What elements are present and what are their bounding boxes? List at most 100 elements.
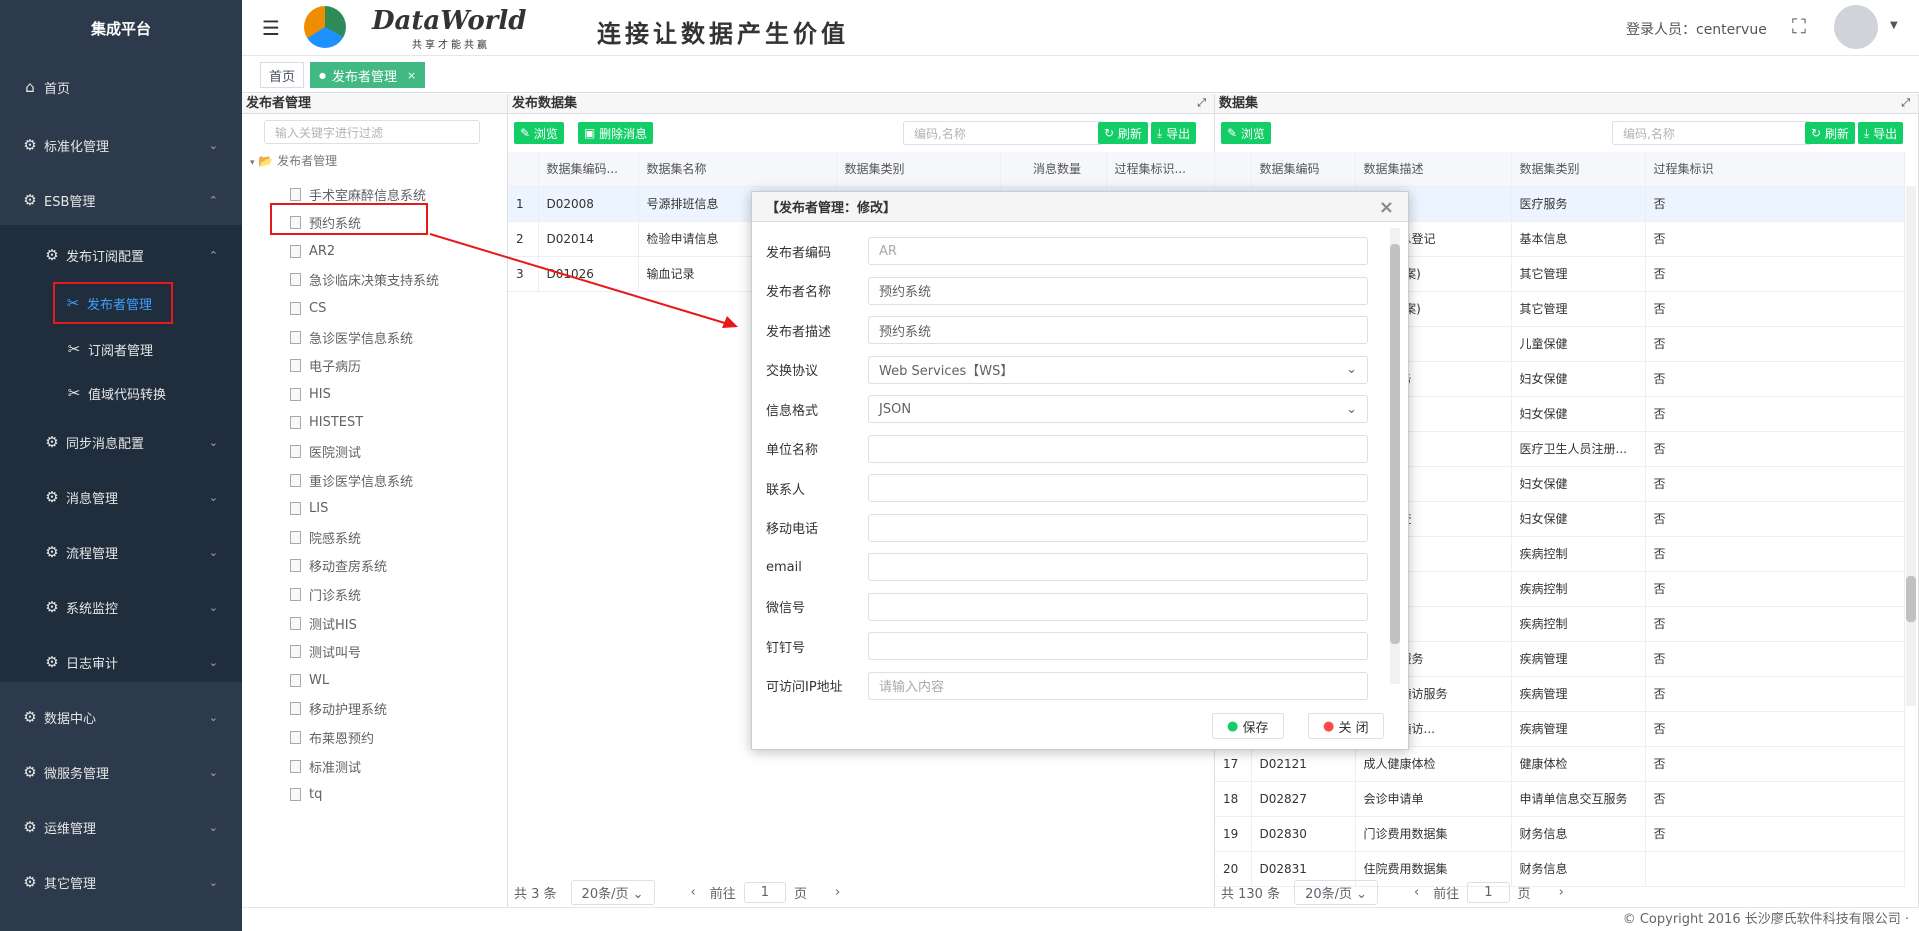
tree-node[interactable]: LIS (290, 498, 328, 520)
tree-node[interactable]: 测试叫号 (290, 641, 361, 663)
tree-node[interactable]: 重诊医学信息系统 (290, 469, 413, 491)
sidebar-item-datacenter[interactable]: ⚙ 数据中心 ⌄ (0, 697, 242, 737)
form-input[interactable] (868, 592, 1368, 621)
hamburger-icon[interactable]: ☰ (262, 16, 280, 40)
form-input[interactable] (868, 553, 1368, 581)
dataset-search-input[interactable]: 编码,名称 (1612, 121, 1812, 145)
table-row[interactable]: 18 D02827 会诊申请单 申请单信息交互服务否 (1215, 781, 1905, 817)
form-select[interactable]: JSON ⌄ (868, 395, 1368, 423)
dataset-title: 数据集 (1215, 94, 1918, 114)
page-size-select[interactable]: 20条/页 ⌄ (1294, 879, 1379, 905)
tree-node[interactable]: 手术室麻醉信息系统 (290, 183, 426, 205)
expand-icon[interactable]: ⤢ (1197, 96, 1206, 110)
refresh-button[interactable]: ↻ 刷新 (1098, 122, 1148, 144)
browse-button[interactable]: ✎ 浏览 (1221, 122, 1271, 144)
export-button[interactable]: ⤓ 导出 (1151, 122, 1197, 144)
next-page-icon[interactable]: › (835, 885, 840, 900)
table-header[interactable]: 数据集编码 (1251, 152, 1356, 187)
form-input[interactable]: 预约系统 (868, 316, 1368, 344)
sidebar-item-valuemap[interactable]: ✂ 值域代码转换 (0, 373, 242, 413)
next-page-icon[interactable]: › (1559, 885, 1564, 900)
sidebar-item-home[interactable]: ⌂ 首页 (0, 67, 242, 107)
sidebar-item-ops[interactable]: ⚙ 运维管理 ⌄ (0, 807, 242, 847)
sidebar-item-message[interactable]: ⚙ 消息管理 ⌄ (0, 477, 242, 517)
tree-filter-input[interactable]: 输入关键字进行过滤 (264, 120, 480, 144)
expand-icon[interactable]: ⤢ (1901, 96, 1910, 110)
tree-node[interactable]: WL (290, 669, 329, 691)
form-input[interactable] (868, 434, 1368, 463)
table-header[interactable]: 数据集描述 (1355, 152, 1512, 187)
save-button[interactable]: ● 保存 (1212, 713, 1284, 739)
form-input[interactable] (868, 632, 1368, 660)
export-button[interactable]: ⤓ 导出 (1858, 122, 1904, 144)
sidebar-item-esb[interactable]: ⚙ ESB管理 ⌃ (0, 180, 242, 220)
table-header[interactable]: 数据集名称 (638, 152, 837, 187)
prev-page-icon[interactable]: ‹ (691, 885, 696, 900)
tab-publisher[interactable]: ● 发布者管理 × (310, 62, 426, 88)
tree-node[interactable]: 测试HIS (290, 612, 357, 634)
form-label: 发布者名称 (766, 285, 832, 300)
sidebar-item-monitor[interactable]: ⚙ 系统监控 ⌄ (0, 587, 242, 627)
table-header[interactable]: 过程集标识... (1106, 152, 1215, 187)
avatar[interactable] (1834, 5, 1878, 49)
delete-message-button[interactable]: ▣ 删除消息 (578, 122, 654, 144)
sidebar-item-pubsub[interactable]: ⚙ 发布订阅配置 ⌃ (0, 235, 242, 275)
form-input[interactable]: 请输入内容 (868, 671, 1368, 700)
close-icon[interactable]: × (1379, 197, 1394, 218)
sidebar-item-other[interactable]: ⚙ 其它管理 ⌄ (0, 862, 242, 902)
scrollbar[interactable] (1390, 228, 1400, 684)
tree-node[interactable]: CS (290, 297, 326, 319)
table-header[interactable]: 数据集类别 (1511, 152, 1646, 187)
scrollbar-thumb[interactable] (1906, 576, 1916, 622)
tab-home[interactable]: 首页 (260, 62, 305, 88)
sidebar-item-standard[interactable]: ⚙ 标准化管理 ⌄ (0, 125, 242, 165)
scrollbar-thumb[interactable] (1390, 244, 1400, 644)
tree-node[interactable]: 医院测试 (290, 440, 361, 462)
close-button[interactable]: ● 关 闭 (1308, 713, 1384, 739)
table-header[interactable]: 过程集标识 (1645, 152, 1905, 187)
tree-node[interactable]: HISTEST (290, 412, 363, 434)
table-header[interactable]: 消息数量 (1000, 152, 1107, 187)
tree-root[interactable]: ▾ 📂 发布者管理 (250, 152, 337, 169)
tree-node[interactable]: 布莱恩预约 (290, 726, 374, 748)
page-size-select[interactable]: 20条/页 ⌄ (570, 879, 655, 905)
table-row[interactable]: 19 D02830 门诊费用数据集 财务信息否 (1215, 816, 1905, 852)
tree-node[interactable]: 门诊系统 (290, 583, 361, 605)
tree-node[interactable]: 急诊医学信息系统 (290, 326, 413, 348)
tree-node[interactable]: AR2 (290, 240, 335, 262)
chevron-down-icon: ⌄ (208, 655, 218, 669)
close-icon[interactable]: × (407, 69, 416, 82)
sidebar-item-microservice[interactable]: ⚙ 微服务管理 ⌄ (0, 752, 242, 792)
page-input[interactable]: 1 (1467, 881, 1510, 903)
sidebar-item-flow[interactable]: ⚙ 流程管理 ⌄ (0, 532, 242, 572)
scrollbar[interactable] (1906, 186, 1916, 706)
prev-page-icon[interactable]: ‹ (1414, 885, 1419, 900)
table-header[interactable]: 数据集类别 (836, 152, 1001, 187)
sidebar-item-syncmsg[interactable]: ⚙ 同步消息配置 ⌄ (0, 422, 242, 462)
form-input[interactable] (868, 513, 1368, 542)
table-header[interactable]: 数据集编码... (538, 152, 639, 187)
tree-node[interactable]: 移动护理系统 (290, 698, 387, 720)
form-input[interactable]: 预约系统 (868, 276, 1368, 305)
refresh-button[interactable]: ↻ 刷新 (1805, 122, 1855, 144)
tree-node[interactable]: tq (290, 784, 322, 806)
tree-node[interactable]: 急诊临床决策支持系统 (290, 269, 439, 291)
home-icon: ⌂ (25, 78, 35, 96)
sidebar-item-publisher[interactable]: ✂ 发布者管理 (53, 282, 173, 324)
form-select[interactable]: Web Services【WS】 ⌄ (868, 355, 1368, 384)
sidebar-item-subscriber[interactable]: ✂ 订阅者管理 (0, 329, 242, 369)
page-input[interactable]: 1 (743, 881, 787, 903)
fullscreen-icon[interactable]: ⛶ (1792, 14, 1806, 38)
tree-node[interactable]: 移动查房系统 (290, 555, 387, 577)
browse-button[interactable]: ✎ 浏览 (514, 122, 564, 144)
table-row[interactable]: 17 D02121 成人健康体检 健康体检否 (1215, 746, 1905, 782)
sidebar-item-audit[interactable]: ⚙ 日志审计 ⌄ (0, 642, 242, 682)
form-input[interactable] (868, 474, 1368, 502)
tree-node[interactable]: 院感系统 (290, 526, 361, 548)
form-input[interactable]: AR (868, 237, 1368, 265)
caret-down-icon[interactable]: ▼ (1890, 20, 1898, 31)
tree-node[interactable]: 电子病历 (290, 355, 361, 377)
pubset-search-input[interactable]: 编码,名称 (903, 121, 1103, 145)
tree-node[interactable]: 标准测试 (290, 755, 361, 777)
tree-node[interactable]: HIS (290, 383, 331, 405)
